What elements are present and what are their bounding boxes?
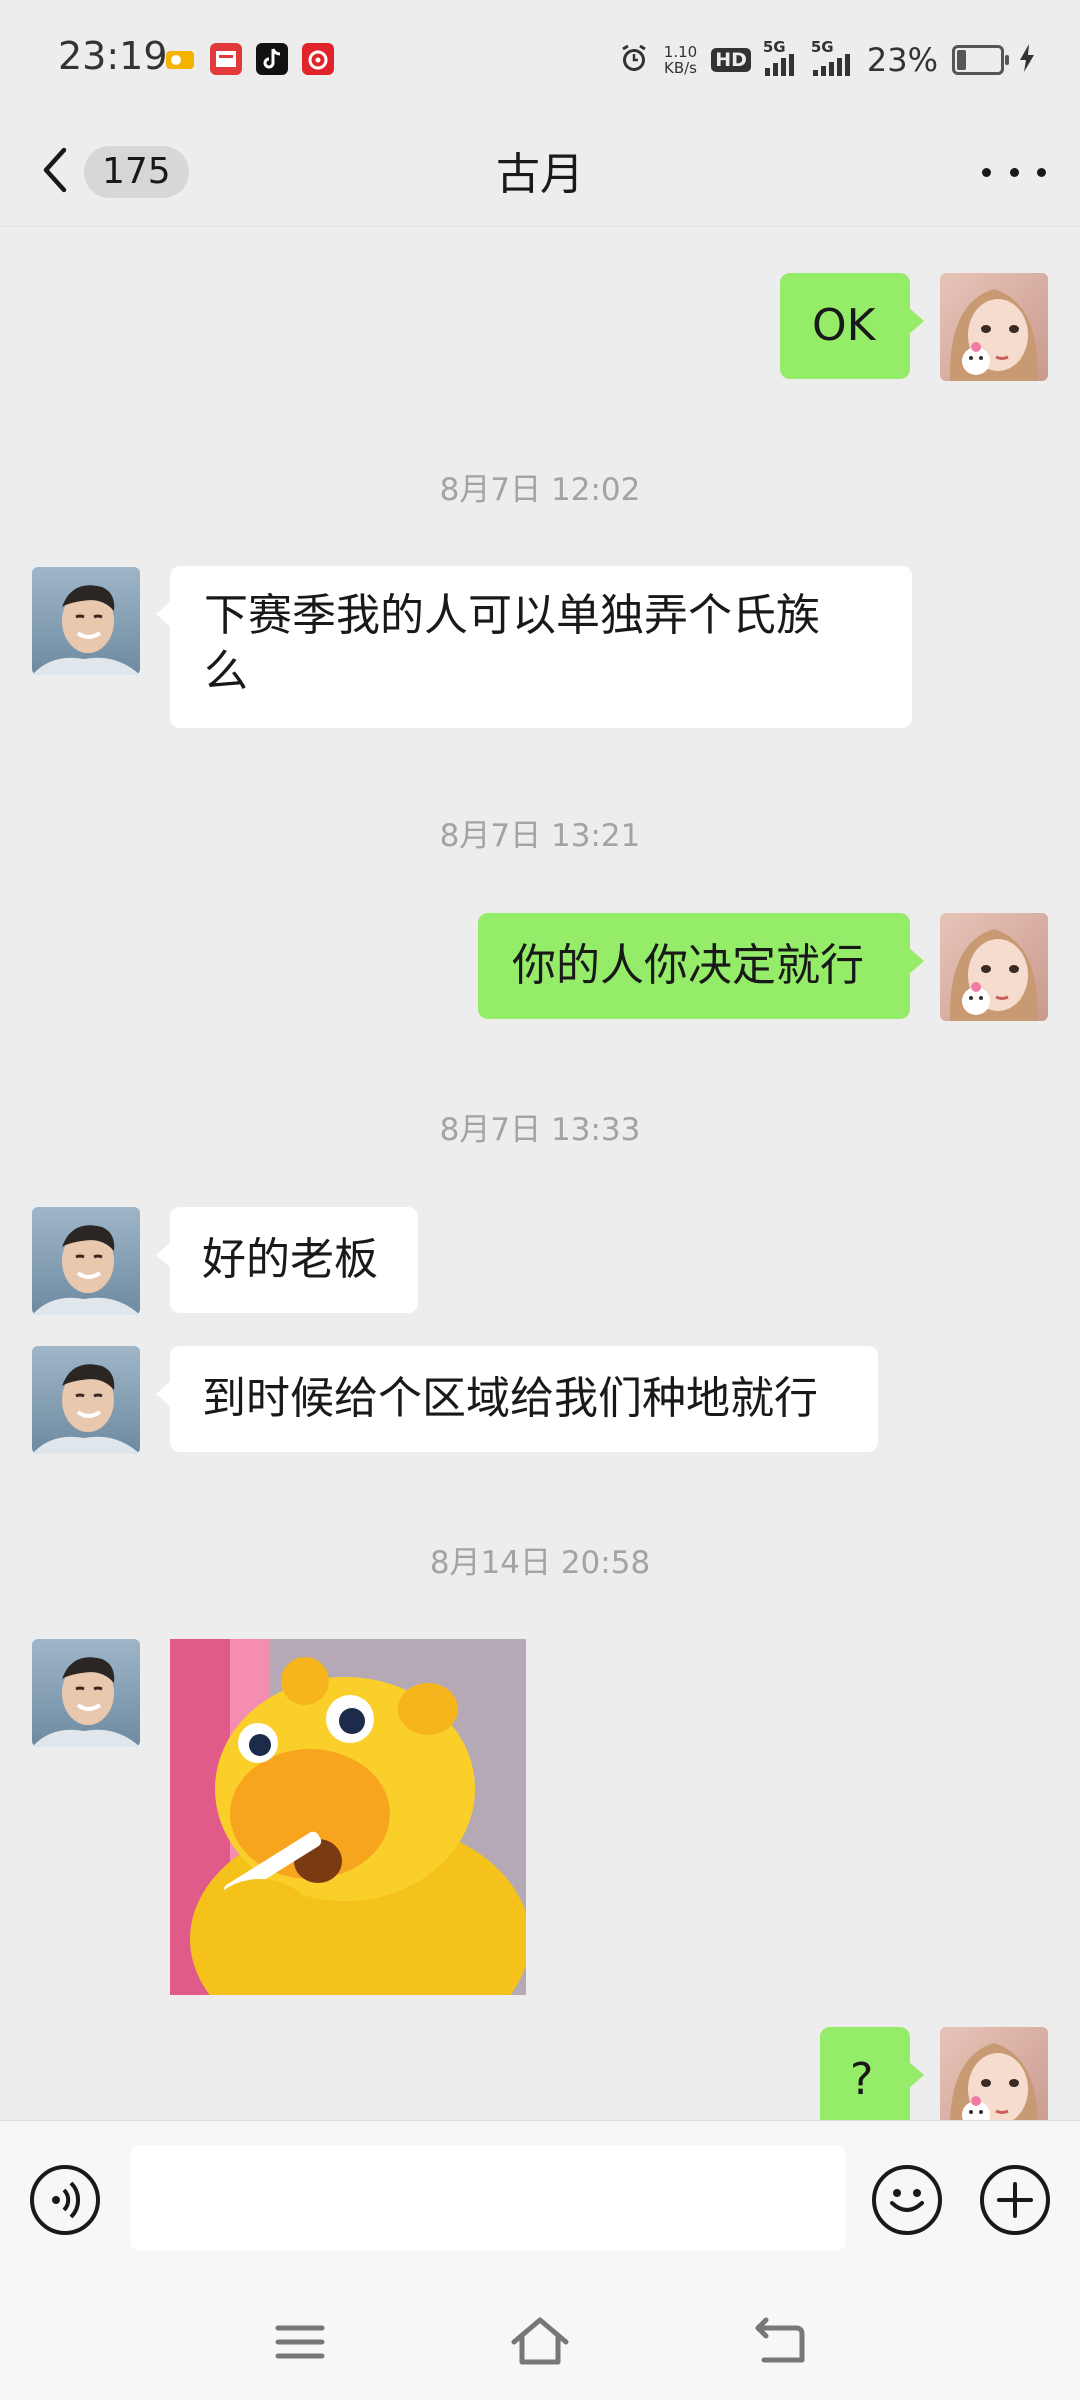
dot-icon [1037, 167, 1046, 177]
contact-avatar[interactable] [32, 1639, 140, 1747]
message-list[interactable]: OK 8月7日 12:02 下赛季我的人可以单独弄个氏族 么 8月7日 13:2… [0, 227, 1080, 2120]
yellow-bear-sticker-icon [170, 1639, 526, 1995]
signal-1-icon: 5G [763, 38, 799, 76]
back-nav-button[interactable] [750, 2312, 810, 2372]
dot-icon [982, 167, 991, 177]
message-text-line: 下赛季我的人可以单独弄个氏族 [204, 590, 820, 641]
status-right-group: 1.10 KB/s HD 5G 5G 23% [618, 38, 1036, 82]
message-bubble-incoming[interactable]: 到时候给个区域给我们种地就行 [156, 1346, 878, 1452]
signal-2-label: 5G [810, 38, 834, 56]
signal-1-label: 5G [762, 38, 786, 56]
back-icon [755, 2317, 805, 2363]
message-bubble-outgoing[interactable]: OK [780, 273, 924, 379]
battery-percent: 23% [866, 41, 938, 79]
contact-avatar[interactable] [32, 1207, 140, 1315]
net-speed-value: 1.10 [663, 43, 698, 61]
contact-avatar[interactable] [32, 567, 140, 675]
message-timestamp: 8月7日 13:21 [439, 818, 641, 854]
my-avatar[interactable] [940, 2027, 1048, 2120]
my-avatar[interactable] [940, 913, 1048, 1021]
chat-title: 古月 [496, 149, 584, 200]
net-speed-unit: KB/s [663, 59, 697, 77]
message-bubble-incoming[interactable]: 好的老板 [156, 1207, 418, 1313]
alarm-icon [618, 42, 650, 78]
signal-2-icon: 5G [811, 38, 853, 76]
message-input[interactable] [130, 2145, 846, 2251]
message-timestamp: 8月14日 20:58 [429, 1545, 651, 1581]
voice-icon [52, 2181, 81, 2219]
my-avatar[interactable] [940, 273, 1048, 381]
message-bubble-outgoing[interactable]: 你的人你决定就行 [478, 913, 924, 1019]
home-button[interactable] [510, 2312, 570, 2372]
message-text: ? [850, 2054, 874, 2105]
message-timestamp: 8月7日 12:02 [439, 472, 641, 508]
chat-header: 175 古月 [0, 118, 1080, 227]
message-text: OK [812, 300, 876, 351]
battery-icon [952, 45, 1009, 75]
dot-icon [1009, 167, 1019, 177]
message-text: 好的老板 [202, 1234, 378, 1285]
plus-icon [997, 2182, 1033, 2218]
net-speed: 1.10 KB/s [664, 44, 697, 76]
menu-button[interactable] [270, 2312, 330, 2372]
status-bar: 23:19 1.10 KB/s HD 5G 5G 23% [0, 0, 1080, 118]
menu-icon [275, 2325, 325, 2359]
voice-button[interactable] [30, 2165, 100, 2235]
hd-badge: HD [711, 48, 751, 72]
message-text: 到时候给个区域给我们种地就行 [202, 1373, 818, 1424]
message-bubble-outgoing[interactable]: ? [820, 2027, 924, 2120]
emoji-icon [890, 2189, 924, 2212]
message-bubble-incoming[interactable]: 下赛季我的人可以单独弄个氏族 么 [156, 566, 912, 728]
message-timestamp: 8月7日 13:33 [439, 1112, 641, 1148]
tiktok-icon [256, 43, 288, 75]
plus-button[interactable] [980, 2165, 1050, 2235]
message-text-line: 么 [204, 646, 248, 697]
home-icon [511, 2317, 569, 2365]
status-time: 23:19 [58, 34, 168, 78]
sticker-message[interactable] [170, 1639, 526, 1995]
bank-app-icon [164, 43, 196, 75]
input-bar [0, 2120, 1080, 2283]
system-navigation-bar [0, 2282, 1080, 2400]
cmb-app-icon [210, 43, 242, 75]
message-text: 你的人你决定就行 [512, 940, 864, 991]
contact-avatar[interactable] [32, 1346, 140, 1454]
netease-music-icon [302, 43, 334, 75]
emoji-button[interactable] [872, 2165, 942, 2235]
charging-icon [1018, 43, 1036, 77]
more-options-button[interactable] [982, 152, 1046, 192]
